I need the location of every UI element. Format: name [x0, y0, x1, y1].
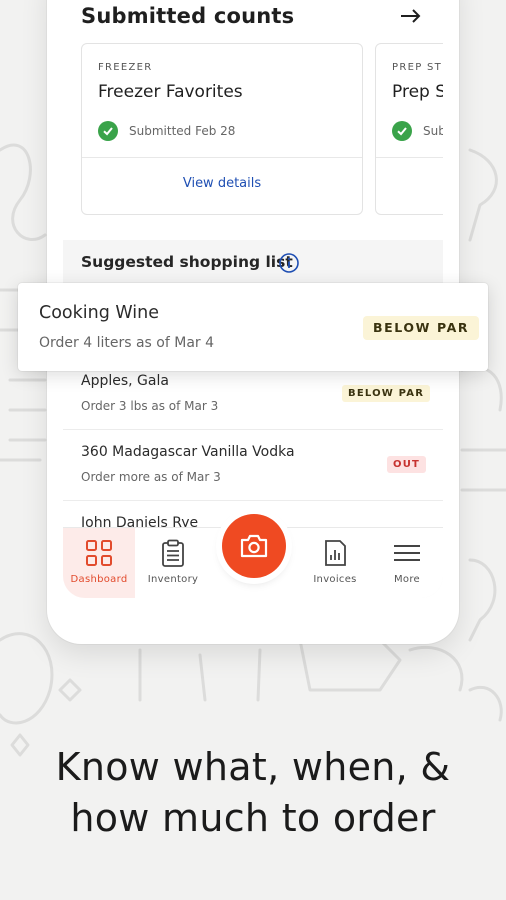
nav-invoices[interactable]: Invoices [299, 528, 371, 598]
card-status: Sub [392, 120, 443, 142]
nav-inventory[interactable]: Inventory [137, 528, 209, 598]
shopping-list-title: Suggested shopping list [81, 253, 293, 271]
check-circle-icon [98, 121, 118, 141]
grid-icon [86, 540, 112, 566]
nav-label: Invoices [313, 574, 357, 585]
status-text: Submitted Feb 28 [129, 124, 236, 138]
card-status: Submitted Feb 28 [98, 120, 235, 142]
see-all-arrow-icon[interactable] [397, 2, 425, 30]
card-title: Prep S [392, 82, 443, 102]
out-badge: OUT [387, 456, 427, 473]
count-card[interactable]: PREP ST Prep S Sub [375, 43, 443, 215]
below-par-badge: BELOW PAR [363, 316, 480, 340]
nav-dashboard[interactable]: Dashboard [63, 528, 135, 598]
nav-label: Dashboard [70, 574, 128, 585]
item-name: 360 Madagascar Vanilla Vodka [81, 444, 295, 460]
tagline-line-2: how much to order [70, 796, 436, 840]
below-par-badge: BELOW PAR [342, 385, 431, 402]
tagline-line-1: Know what, when, & [55, 745, 451, 789]
clipboard-icon [162, 539, 184, 567]
menu-icon [394, 545, 420, 561]
item-subtitle: Order 4 liters as of Mar 4 [39, 335, 215, 351]
nav-more[interactable]: More [371, 528, 443, 598]
submitted-counts-section: Submitted counts FREEZER Freezer Favorit… [63, 0, 443, 240]
camera-icon [240, 534, 268, 558]
nav-label: More [394, 574, 420, 585]
check-circle-icon [392, 121, 412, 141]
camera-button[interactable] [222, 514, 286, 578]
card-category: PREP ST [392, 62, 443, 73]
view-details-link[interactable]: View details [82, 176, 362, 191]
item-name: Apples, Gala [81, 373, 169, 389]
item-subtitle: Order 3 lbs as of Mar 3 [81, 399, 219, 413]
nav-label: Inventory [147, 574, 199, 585]
info-icon[interactable] [278, 252, 300, 274]
card-category: FREEZER [98, 62, 153, 73]
invoice-icon [325, 540, 346, 566]
divider [376, 157, 443, 158]
count-card[interactable]: FREEZER Freezer Favorites Submitted Feb … [81, 43, 363, 215]
status-text: Sub [423, 124, 443, 138]
list-item[interactable]: 360 Madagascar Vanilla Vodka Order more … [63, 430, 443, 501]
tagline: Know what, when, & how much to order [0, 742, 506, 844]
highlighted-list-item[interactable]: Cooking Wine Order 4 liters as of Mar 4 … [18, 283, 488, 371]
item-name: Cooking Wine [39, 303, 160, 323]
card-title: Freezer Favorites [98, 82, 243, 102]
submitted-counts-title: Submitted counts [81, 4, 295, 28]
item-subtitle: Order more as of Mar 3 [81, 470, 221, 484]
divider [82, 157, 362, 158]
